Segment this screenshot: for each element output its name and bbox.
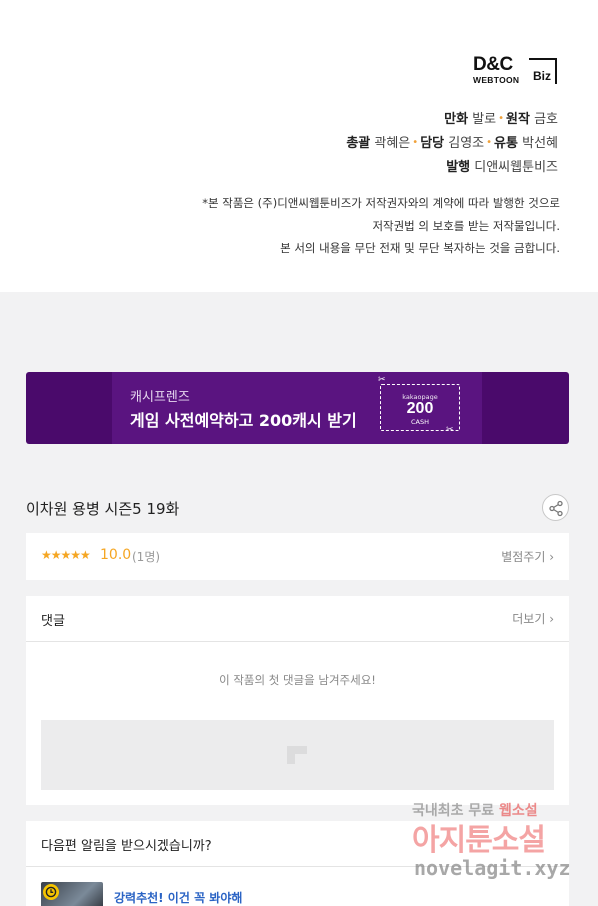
logo-biz-box: Biz bbox=[529, 58, 557, 84]
credit-key: 만화 bbox=[444, 112, 469, 127]
credits-panel: D&C WEBTOON Biz 만화 발로 • 원작 금호 총괄 곽혜은 • 담당 김영… bbox=[0, 0, 598, 292]
logo-dc-text: D&C bbox=[473, 54, 513, 75]
credit-line-3: 발행 디앤씨웹툰비즈 bbox=[446, 156, 558, 175]
coupon-brand: kakaopage bbox=[402, 393, 438, 401]
rate-button[interactable]: 별점주기 › bbox=[501, 548, 554, 565]
copyright-notice-1: *본 작품은 (주)디앤씨웹툰비즈가 저작권자와의 계약에 따라 발행한 것으로 bbox=[202, 196, 560, 210]
copyright-notice-2: 저작권법 의 보호를 받는 저작물입니다. bbox=[372, 219, 560, 233]
watermark-line-1b: 웹소설 bbox=[499, 803, 538, 819]
comment-input[interactable] bbox=[41, 720, 554, 790]
credit-key: 유통 bbox=[494, 136, 518, 151]
credit-value: 금호 bbox=[534, 112, 558, 127]
divider bbox=[26, 641, 569, 642]
credit-key: 담당 bbox=[420, 136, 445, 151]
credit-value: 곽혜은 bbox=[374, 136, 411, 151]
credit-line-1: 만화 발로 • 원작 금호 bbox=[444, 108, 558, 127]
comments-more-link[interactable]: 더보기 › bbox=[512, 610, 554, 627]
credit-key: 원작 bbox=[506, 112, 530, 127]
credit-key: 발행 bbox=[446, 160, 471, 175]
credit-separator: • bbox=[498, 113, 505, 124]
banner-small-text: 캐시프렌즈 bbox=[130, 390, 190, 405]
scissors-icon: ✂ bbox=[446, 425, 454, 435]
clock-icon bbox=[43, 884, 59, 900]
rating-count: (1명) bbox=[132, 550, 161, 564]
logo-webtoon-text: WEBTOON bbox=[473, 75, 520, 85]
copyright-notice-3: 본 서의 내용을 무단 전재 및 무단 복자하는 것을 금합니다. bbox=[280, 241, 560, 255]
share-icon bbox=[549, 500, 563, 517]
watermark-line-1a: 국내최초 무료 bbox=[412, 803, 495, 819]
credit-separator: • bbox=[412, 137, 419, 148]
coupon-amount: 200 bbox=[406, 400, 434, 417]
logo-biz-text: Biz bbox=[533, 69, 551, 83]
credit-value: 김영조 bbox=[448, 136, 485, 151]
recommendation-link[interactable]: 강력추천! 이건 꼭 봐야해 bbox=[114, 889, 242, 906]
credit-value: 디앤씨웹툰비즈 bbox=[474, 160, 558, 175]
promo-banner[interactable]: 캐시프렌즈 게임 사전예약하고 200캐시 받기 kakaopage 200 C… bbox=[26, 372, 569, 444]
scissors-icon: ✂ bbox=[378, 375, 386, 385]
rating-stars: ★★★★★ bbox=[41, 548, 91, 562]
divider bbox=[26, 866, 569, 867]
comments-empty-message: 이 작품의 첫 댓글을 남겨주세요! bbox=[219, 673, 376, 687]
credit-line-2: 총괄 곽혜은 • 담당 김영조 • 유통 박선혜 bbox=[346, 132, 558, 151]
next-episode-notify-card: 다음편 알림을 받으시겠습니까? 강력추천! 이건 꼭 봐야해 bbox=[26, 821, 569, 906]
notify-question: 다음편 알림을 받으시겠습니까? bbox=[41, 839, 212, 854]
rating-score: 10.0 bbox=[100, 547, 132, 563]
comments-card: 댓글 더보기 › 이 작품의 첫 댓글을 남겨주세요! bbox=[26, 596, 569, 805]
credit-key: 총괄 bbox=[346, 136, 371, 151]
credit-separator: • bbox=[486, 137, 493, 148]
credit-value: 박선혜 bbox=[522, 136, 558, 151]
comments-header: 댓글 bbox=[41, 614, 65, 629]
episode-title: 이차원 용병 시즌5 19화 bbox=[26, 500, 180, 518]
share-button[interactable] bbox=[542, 494, 569, 521]
comment-placeholder-icon bbox=[287, 746, 307, 764]
banner-headline: 게임 사전예약하고 200캐시 받기 bbox=[130, 411, 357, 430]
rating-card: ★★★★★ 10.0 (1명) 별점주기 › bbox=[26, 533, 569, 580]
cash-coupon: kakaopage 200 CASH bbox=[380, 384, 460, 431]
dnc-webtoon-biz-logo: D&C WEBTOON Biz bbox=[473, 54, 558, 86]
credit-value: 발로 bbox=[472, 112, 497, 127]
